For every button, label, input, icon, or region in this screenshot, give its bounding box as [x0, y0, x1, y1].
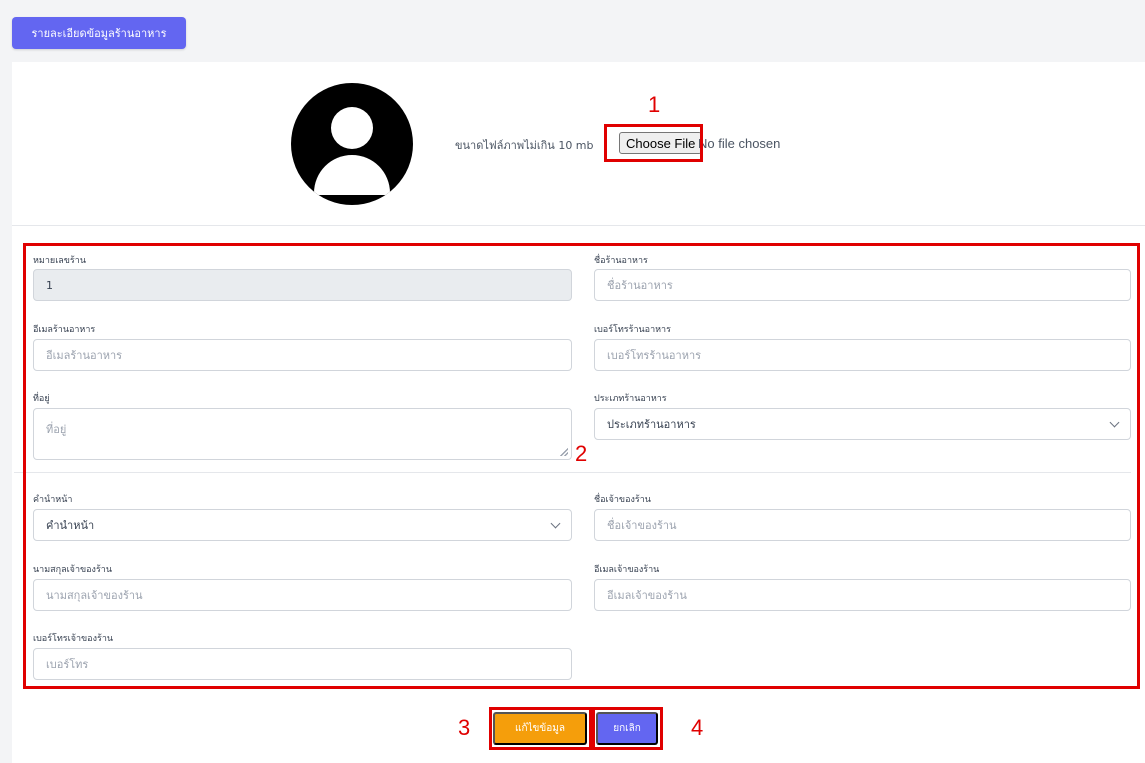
annotation-number-1: 1	[648, 92, 661, 117]
annotation-number-3: 3	[458, 715, 471, 740]
user-avatar-icon	[291, 83, 413, 205]
image-upload-section: ขนาดไฟล์ภาพไม่เกิน 10 mb Choose File No …	[12, 62, 1145, 226]
annotation-box-4	[592, 707, 663, 750]
annotation-box-3	[489, 707, 592, 750]
annotation-number-4: 4	[691, 715, 704, 740]
restaurant-details-header-button[interactable]: รายละเอียดข้อมูลร้านอาหาร	[12, 17, 186, 49]
annotation-number-2: 2	[575, 441, 588, 466]
upload-size-label: ขนาดไฟล์ภาพไม่เกิน 10 mb	[455, 139, 594, 152]
annotation-box-1	[604, 124, 703, 162]
file-status-text: No file chosen	[698, 136, 781, 151]
